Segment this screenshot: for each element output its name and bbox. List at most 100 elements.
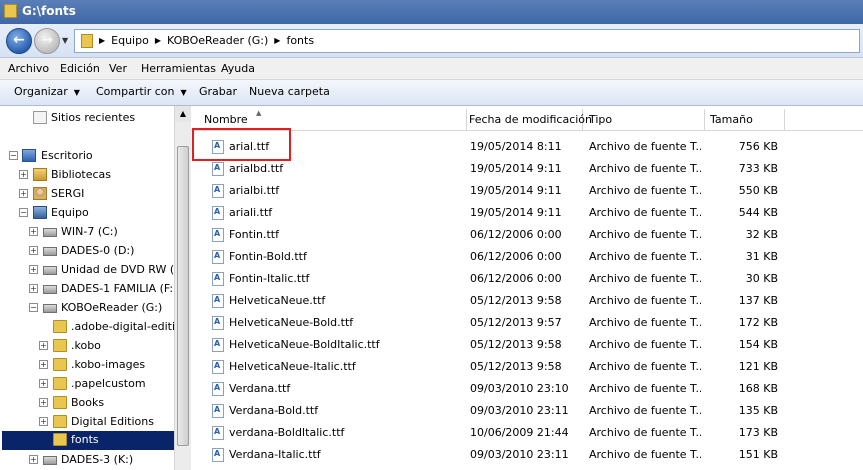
scrollbar-thumb[interactable] — [177, 146, 189, 446]
column-type[interactable]: Tipo — [584, 109, 705, 131]
file-size: 151 KB — [738, 448, 778, 461]
nav-item-drive-f[interactable]: + DADES-1 FAMILIA (F:) — [0, 280, 174, 299]
burn-button[interactable]: Grabar — [199, 85, 237, 98]
nav-item-drive-d[interactable]: + DADES-0 (D:) — [0, 242, 174, 261]
navigation-scrollbar[interactable]: ▲ — [174, 106, 191, 470]
table-row[interactable]: ariali.ttf 19/05/2014 9:11 Archivo de fuen… — [191, 202, 781, 224]
organize-button[interactable]: Organizar ▼ — [14, 85, 80, 98]
chevron-right-icon[interactable]: ▶ — [274, 34, 280, 47]
file-type: Archivo de fuente T... — [589, 448, 701, 461]
collapse-icon[interactable]: − — [9, 151, 18, 160]
share-button[interactable]: Compartir con ▼ — [96, 85, 187, 98]
collapse-icon[interactable]: − — [19, 208, 28, 217]
expand-icon[interactable]: + — [29, 227, 38, 236]
file-date: 06/12/2006 0:00 — [470, 250, 562, 263]
menu-archivo[interactable]: Archivo — [8, 62, 49, 75]
expand-icon[interactable]: + — [19, 170, 28, 179]
drive-icon — [43, 456, 57, 465]
nav-item-label: Books — [71, 396, 105, 409]
chevron-right-icon[interactable]: ▶ — [99, 34, 105, 47]
file-name: Verdana-Italic.ttf — [229, 448, 321, 461]
new-folder-label: Nueva carpeta — [249, 85, 330, 98]
file-name: arialbi.ttf — [229, 184, 280, 197]
nav-item-folder[interactable]: + Digital Editions — [0, 413, 174, 432]
menu-ayuda[interactable]: Ayuda — [221, 62, 255, 75]
computer-icon — [33, 206, 47, 219]
table-row[interactable]: HelveticaNeue-Bold.ttf 05/12/2013 9:57 Arc… — [191, 312, 781, 334]
nav-item-drive-k[interactable]: + DADES-3 (K:) — [0, 451, 174, 470]
file-date: 06/12/2006 0:00 — [470, 228, 562, 241]
expand-icon[interactable]: + — [39, 398, 48, 407]
menu-herramientas[interactable]: Herramientas — [141, 62, 216, 75]
table-row[interactable]: Fontin-Bold.ttf 06/12/2006 0:00 Archivo de… — [191, 246, 781, 268]
table-row[interactable]: HelveticaNeue-BoldItalic.ttf 05/12/2013 9… — [191, 334, 781, 356]
table-row[interactable]: arialbd.ttf 19/05/2014 9:11 Archivo de fue… — [191, 158, 781, 180]
file-type: Archivo de fuente T... — [589, 338, 701, 351]
nav-item-folder[interactable]: + Books — [0, 394, 174, 413]
expand-icon[interactable]: + — [39, 417, 48, 426]
table-row[interactable]: arialbi.ttf 19/05/2014 9:11 Archivo de fue… — [191, 180, 781, 202]
recent-pages-dropdown-icon[interactable]: ▼ — [62, 36, 68, 45]
nav-item-computer[interactable]: − Equipo — [0, 204, 174, 223]
table-row[interactable]: Verdana-Bold.ttf 09/03/2010 23:11 Archivo … — [191, 400, 781, 422]
file-name: Fontin-Bold.ttf — [229, 250, 307, 263]
table-row[interactable]: HelveticaNeue.ttf 05/12/2013 9:58 Archivo … — [191, 290, 781, 312]
nav-item-folder[interactable]: + .kobo — [0, 337, 174, 356]
nav-item-desktop[interactable]: − Escritorio — [0, 147, 174, 166]
recent-places-icon — [33, 111, 47, 124]
table-row[interactable]: Verdana.ttf 09/03/2010 23:10 Archivo de fu… — [191, 378, 781, 400]
nav-item-drive-g[interactable]: − KOBOeReader (G:) — [0, 299, 174, 318]
nav-item-label: SERGI — [51, 187, 85, 200]
expand-icon[interactable]: + — [29, 455, 38, 464]
breadcrumb-item[interactable]: KOBOeReader (G:) — [167, 34, 268, 47]
table-row[interactable]: Fontin-Italic.ttf 06/12/2006 0:00 Archivo … — [191, 268, 781, 290]
nav-item-drive-e[interactable]: + Unidad de DVD RW (E:) — [0, 261, 174, 280]
nav-item-user[interactable]: + SERGI — [0, 185, 174, 204]
nav-item-label: Digital Editions — [71, 415, 154, 428]
breadcrumb-item[interactable]: Equipo — [111, 34, 149, 47]
file-size: 154 KB — [738, 338, 778, 351]
expand-icon[interactable]: + — [29, 265, 38, 274]
collapse-icon[interactable]: − — [29, 303, 38, 312]
command-bar: Organizar ▼ Compartir con ▼ Grabar Nueva c… — [0, 80, 863, 106]
font-file-icon — [212, 228, 224, 242]
forward-button[interactable]: → — [34, 28, 60, 54]
table-row[interactable]: HelveticaNeue-Italic.ttf 05/12/2013 9:58 A… — [191, 356, 781, 378]
expand-icon[interactable]: + — [39, 341, 48, 350]
nav-item-drive-c[interactable]: + WIN-7 (C:) — [0, 223, 174, 242]
nav-item-label: WIN-7 (C:) — [61, 225, 118, 238]
nav-item-label: DADES-0 (D:) — [61, 244, 135, 257]
table-row[interactable]: Fontin.ttf 06/12/2006 0:00 Archivo de fuen… — [191, 224, 781, 246]
nav-item-libraries[interactable]: + Bibliotecas — [0, 166, 174, 185]
expand-icon[interactable]: + — [39, 360, 48, 369]
column-size[interactable]: Tamaño — [705, 109, 785, 131]
nav-item-folder[interactable]: + .kobo-images — [0, 356, 174, 375]
nav-item-fonts[interactable]: fonts — [2, 431, 174, 450]
expand-icon[interactable]: + — [29, 246, 38, 255]
nav-item-folder[interactable]: + .papelcustom — [0, 375, 174, 394]
share-label: Compartir con — [96, 85, 175, 98]
font-file-icon — [212, 448, 224, 462]
nav-item-recent[interactable]: Sitios recientes — [0, 109, 174, 128]
file-size: 168 KB — [738, 382, 778, 395]
expand-icon[interactable]: + — [39, 379, 48, 388]
file-name: ariali.ttf — [229, 206, 273, 219]
file-date: 09/03/2010 23:11 — [470, 404, 569, 417]
menu-edicion[interactable]: Edición — [60, 62, 100, 75]
new-folder-button[interactable]: Nueva carpeta — [249, 85, 330, 98]
nav-item-folder[interactable]: .adobe-digital-editions — [0, 318, 174, 337]
nav-item-label: DADES-1 FAMILIA (F:) — [61, 282, 174, 295]
column-date[interactable]: Fecha de modificación — [464, 109, 592, 131]
address-bar[interactable]: ▶ Equipo ▶ KOBOeReader (G:) ▶ fonts — [74, 29, 860, 53]
back-button[interactable]: ← — [6, 28, 32, 54]
expand-icon[interactable]: + — [29, 284, 38, 293]
table-row[interactable]: verdana-BoldItalic.ttf 10/06/2009 21:44 Ar… — [191, 422, 781, 444]
expand-icon[interactable]: + — [19, 189, 28, 198]
chevron-right-icon[interactable]: ▶ — [155, 34, 161, 47]
table-row[interactable]: Verdana-Italic.ttf 09/03/2010 23:11 Archiv… — [191, 444, 781, 466]
file-name: HelveticaNeue-BoldItalic.ttf — [229, 338, 380, 351]
scroll-up-icon[interactable]: ▲ — [175, 106, 191, 122]
breadcrumb-item[interactable]: fonts — [286, 34, 314, 47]
menu-ver[interactable]: Ver — [109, 62, 127, 75]
column-label: Tamaño — [710, 113, 753, 126]
